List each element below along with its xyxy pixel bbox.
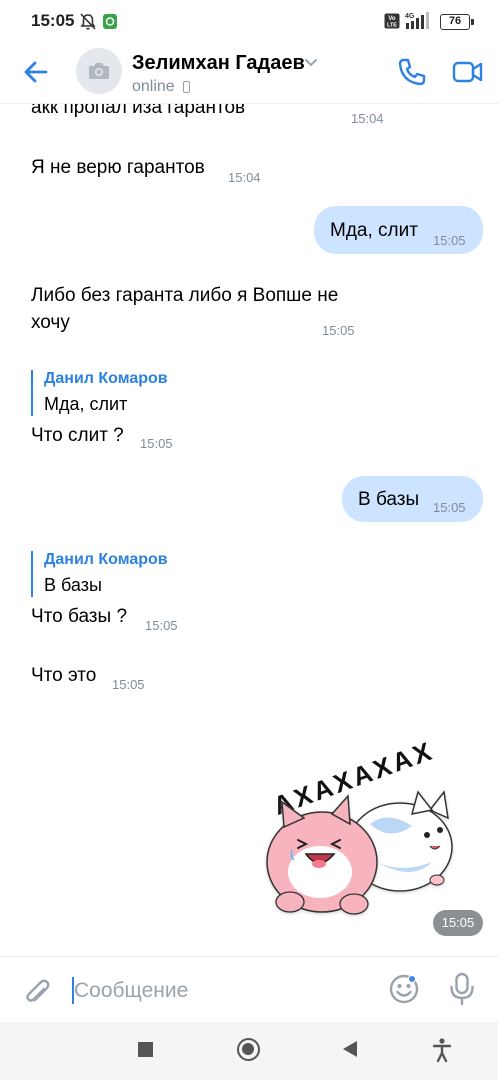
message-text: Что это xyxy=(31,665,97,686)
status-time: 15:05 xyxy=(31,11,75,30)
message-input[interactable] xyxy=(74,971,364,1011)
recent-apps-icon[interactable] xyxy=(138,1042,153,1057)
reply-quote-bar xyxy=(31,551,33,597)
contact-name[interactable]: Зелимхан Гадаев xyxy=(132,52,305,75)
message-input-wrapper[interactable] xyxy=(70,971,370,1011)
svg-text:LTE: LTE xyxy=(387,23,397,29)
avatar[interactable] xyxy=(76,48,122,94)
message-text-line: Либо без гаранта либо я Вопше не xyxy=(31,285,339,306)
home-icon[interactable] xyxy=(237,1038,260,1061)
message-text: Что слит ? xyxy=(31,425,124,446)
paperclip-icon[interactable] xyxy=(22,973,52,1007)
microphone-icon[interactable] xyxy=(448,971,476,1007)
sticker-time: 15:05 xyxy=(433,910,483,936)
message-text: Мда, слит xyxy=(330,220,418,241)
message-list[interactable]: акк пропал иза гарантов 15:04 Я не верю … xyxy=(0,104,498,956)
contact-status: online xyxy=(132,78,175,95)
sticker-image[interactable]: АХАХАХАХ xyxy=(262,722,458,927)
svg-text:Vo: Vo xyxy=(388,16,396,22)
message-text-line: хочу xyxy=(31,312,70,333)
outgoing-message[interactable]: Мда, слит 15:05 xyxy=(314,206,483,254)
message-text: акк пропал иза гарантов xyxy=(31,104,246,118)
system-back-icon[interactable] xyxy=(343,1041,357,1057)
reply-author[interactable]: Данил Комаров xyxy=(44,370,168,388)
message-time: 15:05 xyxy=(145,618,178,633)
message-time: 15:04 xyxy=(228,170,261,185)
system-navigation-bar xyxy=(0,1022,498,1080)
network-type-label: 4G xyxy=(405,13,415,20)
status-bar: 15:05 Vo LTE 4G 76 xyxy=(0,0,498,42)
app-notification-icon xyxy=(103,14,117,29)
message-text: Что базы ? xyxy=(31,606,128,627)
reply-quote-bar xyxy=(31,370,33,416)
message-text: Я не верю гарантов xyxy=(31,157,205,178)
volte-icon: Vo LTE xyxy=(384,13,400,29)
mobile-phone-icon xyxy=(183,81,190,93)
reply-text[interactable]: В базы xyxy=(44,575,102,596)
phone-call-icon[interactable] xyxy=(396,56,428,88)
mute-icon xyxy=(80,13,96,30)
message-time: 15:05 xyxy=(433,500,466,515)
outgoing-message[interactable]: В базы 15:05 xyxy=(342,476,483,522)
message-composer xyxy=(0,956,498,1022)
message-time: 15:05 xyxy=(433,233,466,248)
back-arrow-icon[interactable] xyxy=(20,56,52,88)
message-time: 15:04 xyxy=(351,111,384,126)
reply-text[interactable]: Мда, слит xyxy=(44,394,127,415)
battery-icon: 76 xyxy=(440,14,474,30)
message-time: 15:05 xyxy=(112,677,145,692)
message-text: В базы xyxy=(358,489,420,510)
message-time: 15:05 xyxy=(140,436,173,451)
video-call-icon[interactable] xyxy=(452,58,484,86)
chevron-down-icon[interactable] xyxy=(304,58,318,68)
message-time: 15:05 xyxy=(322,323,355,338)
signal-icon: 4G xyxy=(405,12,429,29)
camera-avatar-icon xyxy=(89,63,109,79)
chat-header: Зелимхан Гадаев online xyxy=(0,42,498,104)
emoji-notification-dot xyxy=(408,975,416,983)
reply-author[interactable]: Данил Комаров xyxy=(44,551,168,569)
accessibility-icon[interactable] xyxy=(432,1037,452,1063)
